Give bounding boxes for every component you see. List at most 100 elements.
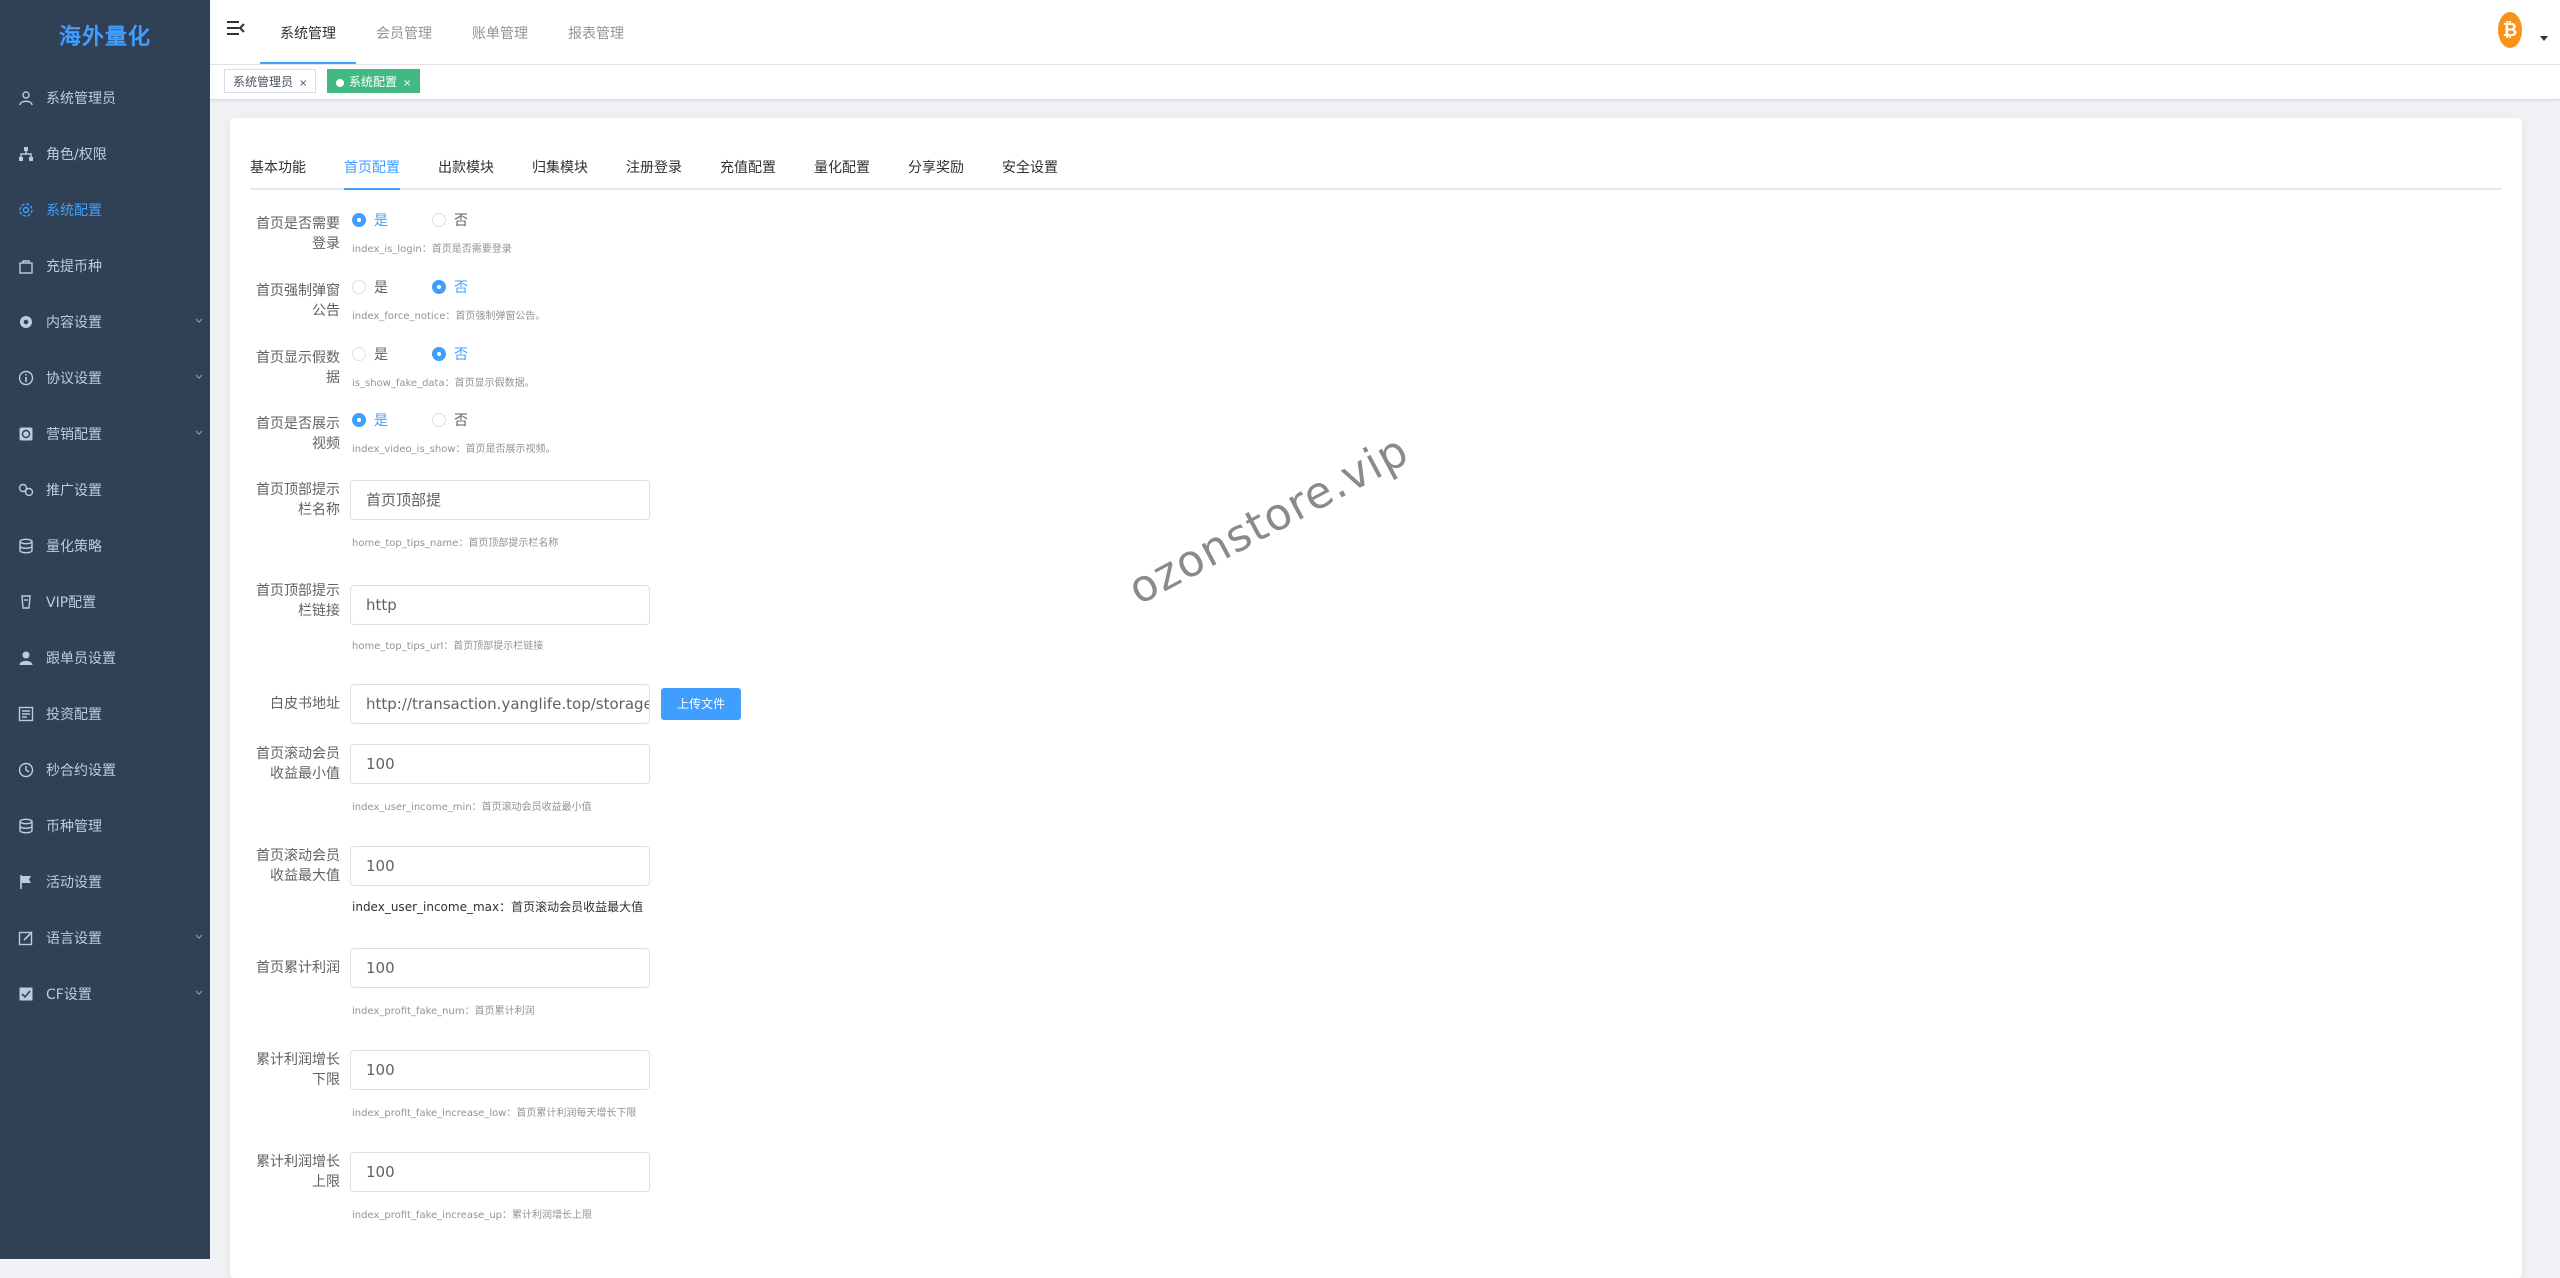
radio-circle-icon (432, 413, 446, 427)
app-logo[interactable]: 海外量化 (0, 0, 210, 70)
clock-icon (18, 762, 34, 778)
sidebar-item-10[interactable]: VIP配置 (0, 574, 210, 630)
top-tips-name-input[interactable]: 首页顶部提 (350, 480, 650, 520)
sidebar-item-label: 量化策略 (46, 539, 102, 555)
sidebar-item-label: 协议设置 (46, 371, 102, 387)
cog-filled-icon (18, 314, 34, 330)
user-icon (18, 90, 34, 106)
field-hint: is_show_fake_data：首页显示假数据。 (352, 378, 535, 389)
top-tips-url-input[interactable]: http (350, 585, 650, 625)
sidebar-item-13[interactable]: 秒合约设置 (0, 742, 210, 798)
radio-circle-icon (352, 280, 366, 294)
chevron-down-icon (195, 934, 203, 939)
increase-low-input[interactable]: 100 (350, 1050, 650, 1090)
radio-no[interactable]: 否 (432, 344, 468, 364)
increase-up-input[interactable]: 100 (350, 1152, 650, 1192)
sidebar-item-label: 推广设置 (46, 483, 102, 499)
radio-yes[interactable]: 是 (352, 344, 388, 364)
tab-members[interactable]: 会员管理 (356, 0, 452, 64)
sidebar-item-label: 营销配置 (46, 427, 102, 443)
subtab-quant[interactable]: 量化配置 (814, 146, 870, 188)
radio-yes[interactable]: 是 (352, 210, 388, 230)
sidebar-item-7[interactable]: 营销配置 (0, 406, 210, 462)
bag-icon (18, 258, 34, 274)
sidebar-item-label: 角色/权限 (46, 147, 107, 163)
sidebar-item-label: 系统管理员 (46, 91, 116, 107)
subtab-recharge[interactable]: 充值配置 (720, 146, 776, 188)
sidebar-item-16[interactable]: 语言设置 (0, 910, 210, 966)
field-label: 首页滚动会员收益最大值 (256, 848, 340, 884)
radio-circle-icon (352, 413, 366, 427)
subtab-register-login[interactable]: 注册登录 (626, 146, 682, 188)
radio-yes[interactable]: 是 (352, 277, 388, 297)
subtab-share-reward[interactable]: 分享奖励 (908, 146, 964, 188)
sidebar-item-12[interactable]: 投资配置 (0, 686, 210, 742)
sidebar-item-15[interactable]: 活动设置 (0, 854, 210, 910)
edit-icon (18, 930, 34, 946)
sidebar-item-6[interactable]: 协议设置 (0, 350, 210, 406)
database-icon (18, 538, 34, 554)
sidebar-item-5[interactable]: 内容设置 (0, 294, 210, 350)
income-max-input[interactable]: 100 (350, 846, 650, 886)
field-hint: index_user_income_max：首页滚动会员收益最大值 (352, 900, 644, 914)
radio-no[interactable]: 否 (432, 210, 468, 230)
bitcoin-avatar-icon[interactable]: ₿ (2498, 12, 2522, 48)
flag-icon (18, 874, 34, 890)
chevron-down-icon (195, 430, 203, 435)
radio-group: 是 否 (352, 344, 512, 364)
radio-yes[interactable]: 是 (352, 410, 388, 430)
radio-label: 是 (374, 213, 388, 229)
profit-num-input[interactable]: 100 (350, 948, 650, 988)
sidebar-item-2[interactable]: 角色/权限 (0, 126, 210, 182)
subtab-basic[interactable]: 基本功能 (250, 146, 306, 188)
radio-no[interactable]: 否 (432, 277, 468, 297)
field-label: 累计利润增长下限 (256, 1052, 340, 1088)
radio-group: 是 否 (352, 210, 512, 230)
sidebar-item-8[interactable]: 推广设置 (0, 462, 210, 518)
field-label: 首页顶部提示栏名称 (256, 482, 340, 518)
sidebar-item-1[interactable]: 系统管理员 (0, 70, 210, 126)
close-icon[interactable]: × (299, 78, 307, 89)
radio-label: 否 (454, 280, 468, 296)
tab-reports[interactable]: 报表管理 (548, 0, 644, 64)
whitepaper-url-input[interactable]: http://transaction.yanglife.top/storage/… (350, 684, 650, 724)
chevron-down-icon (195, 990, 203, 995)
tag-admin[interactable]: 系统管理员 × (224, 69, 317, 93)
radio-group: 是 否 (352, 410, 512, 430)
config-card: 基本功能 首页配置 出款模块 归集模块 注册登录 充值配置 量化配置 分享奖励 … (230, 118, 2522, 1278)
config-subtabs: 基本功能 首页配置 出款模块 归集模块 注册登录 充值配置 量化配置 分享奖励 … (250, 146, 2502, 190)
field-label: 首页累计利润 (256, 960, 340, 976)
sidebar-item-11[interactable]: 跟单员设置 (0, 630, 210, 686)
field-hint: index_is_login：首页是否需要登录 (352, 244, 512, 255)
tab-bills[interactable]: 账单管理 (452, 0, 548, 64)
sidebar-item-9[interactable]: 量化策略 (0, 518, 210, 574)
subtab-withdraw[interactable]: 出款模块 (438, 146, 494, 188)
sidebar-item-4[interactable]: 充提币种 (0, 238, 210, 294)
field-label: 首页滚动会员收益最小值 (256, 746, 340, 782)
radio-circle-icon (432, 347, 446, 361)
sidebar-item-17[interactable]: CF设置 (0, 966, 210, 1022)
caret-down-icon[interactable] (2540, 34, 2548, 42)
tag-system-config[interactable]: 系统配置 × (327, 69, 421, 93)
info-icon (18, 370, 34, 386)
sidebar-item-3[interactable]: 系统配置 (0, 182, 210, 238)
subtab-homepage[interactable]: 首页配置 (344, 146, 400, 190)
income-min-input[interactable]: 100 (350, 744, 650, 784)
close-icon[interactable]: × (403, 78, 411, 89)
field-label: 白皮书地址 (270, 696, 340, 712)
radio-label: 否 (454, 347, 468, 363)
chart-box-icon (18, 426, 34, 442)
hamburger-icon[interactable] (226, 18, 246, 38)
subtab-security[interactable]: 安全设置 (1002, 146, 1058, 188)
subtab-collect[interactable]: 归集模块 (532, 146, 588, 188)
tab-system[interactable]: 系统管理 (260, 0, 356, 64)
upload-file-button[interactable]: 上传文件 (661, 688, 741, 720)
database-icon (18, 818, 34, 834)
radio-label: 否 (454, 413, 468, 429)
radio-label: 是 (374, 280, 388, 296)
field-hint: index_profit_fake_num：首页累计利润 (352, 1006, 535, 1017)
share-icon (18, 482, 34, 498)
gear-icon (18, 202, 34, 218)
radio-no[interactable]: 否 (432, 410, 468, 430)
sidebar-item-14[interactable]: 币种管理 (0, 798, 210, 854)
